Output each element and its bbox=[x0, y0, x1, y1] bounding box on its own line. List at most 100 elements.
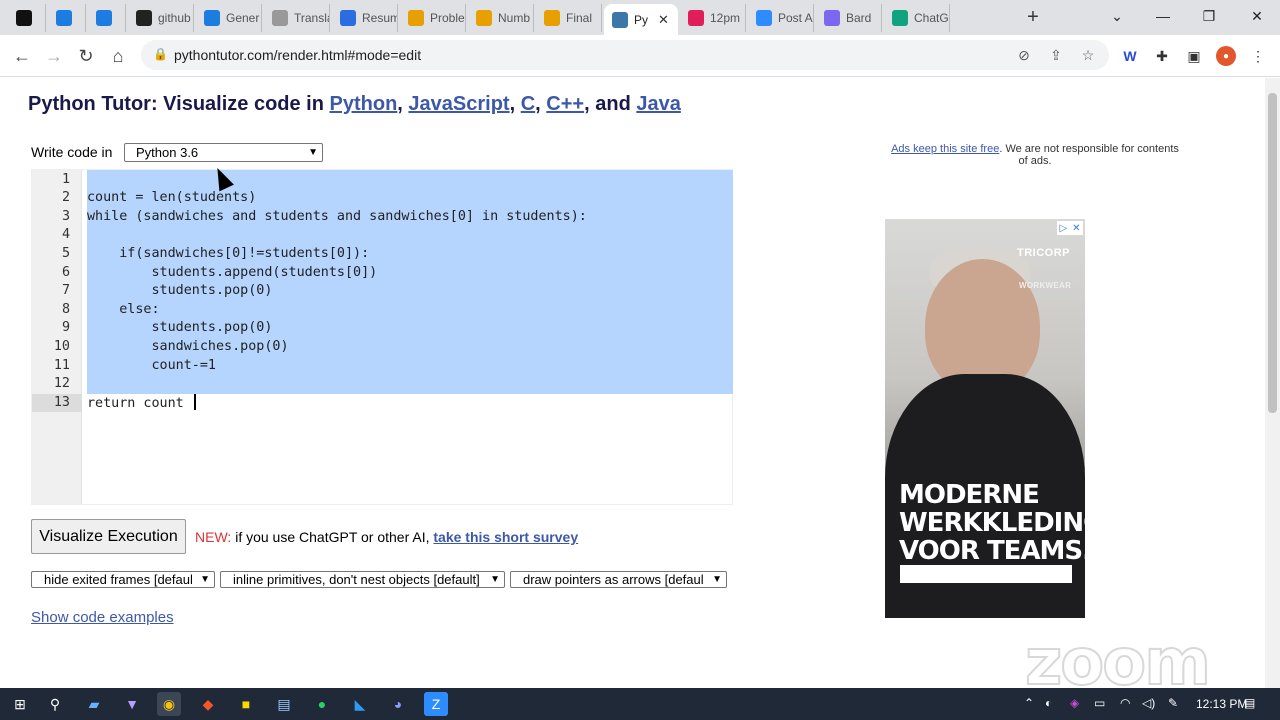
back-icon[interactable]: ← bbox=[9, 43, 35, 69]
write-code-label: Write code in bbox=[31, 144, 113, 160]
home-icon[interactable]: ⌂ bbox=[105, 43, 131, 69]
code-line: count = len(students) bbox=[87, 190, 257, 206]
forward-icon[interactable]: → bbox=[41, 43, 67, 69]
tray-app-icon[interactable]: ◐ bbox=[1045, 696, 1052, 710]
bard-icon bbox=[824, 10, 840, 26]
browser-tab[interactable]: github bbox=[128, 4, 194, 32]
browser-tab[interactable]: Proble bbox=[400, 4, 466, 32]
new-badge: NEW: bbox=[195, 529, 232, 545]
gmail-icon bbox=[16, 10, 32, 26]
browser-tab[interactable]: Bard bbox=[816, 4, 882, 32]
eye-off-icon[interactable]: ⊘ bbox=[1015, 46, 1033, 64]
ad-close-icon[interactable]: ▷ ✕ bbox=[1057, 221, 1083, 235]
side-panel-icon[interactable]: ▣ bbox=[1184, 46, 1204, 66]
w-extension-icon[interactable]: W bbox=[1120, 46, 1140, 66]
discord-icon[interactable]: ◕ bbox=[386, 692, 410, 716]
frames-option-select[interactable]: hide exited frames [defaul ▼ bbox=[31, 571, 215, 588]
vscode-icon[interactable]: ◣ bbox=[348, 692, 372, 716]
browser-tab[interactable]: Gener bbox=[196, 4, 262, 32]
lock-icon: 🔒 bbox=[153, 47, 168, 61]
tray-chevron-icon[interactable]: ⌃ bbox=[1024, 696, 1034, 710]
browser-tab-strip: github Gener Transla Resum Proble Numb Final Py… bbox=[0, 0, 1280, 35]
profile-avatar-icon[interactable]: ● bbox=[1216, 46, 1236, 66]
extensions-puzzle-icon[interactable]: ✚ bbox=[1152, 46, 1172, 66]
browser-tab[interactable]: Py ✕ bbox=[604, 4, 678, 35]
restore-button[interactable]: ❐ bbox=[1186, 0, 1232, 32]
chatgpt-icon bbox=[892, 10, 908, 26]
primitives-option-value: inline primitives, don't nest objects [d… bbox=[233, 572, 480, 587]
minimize-button[interactable]: — bbox=[1140, 0, 1186, 32]
browser-tab[interactable]: Transla bbox=[264, 4, 330, 32]
chevron-down-icon: ▼ bbox=[490, 572, 500, 587]
browser-tab-label: Numb bbox=[498, 11, 531, 25]
share-icon[interactable]: ⇪ bbox=[1047, 46, 1065, 64]
chevron-down-icon: ▼ bbox=[308, 147, 318, 158]
close-window-button[interactable]: ✕ bbox=[1234, 0, 1280, 32]
zoom-icon bbox=[756, 10, 772, 26]
link-javascript[interactable]: JavaScript bbox=[408, 93, 509, 115]
ads-link[interactable]: Ads keep this site free bbox=[891, 143, 999, 155]
browser-tab[interactable]: Final bbox=[536, 4, 602, 32]
brave-icon[interactable]: ◆ bbox=[196, 692, 220, 716]
zoom-app-icon[interactable]: Z bbox=[424, 692, 448, 716]
new-tab-button[interactable]: + bbox=[1022, 6, 1044, 28]
chrome-icon[interactable]: ◉ bbox=[157, 692, 181, 716]
k-icon bbox=[56, 10, 72, 26]
browser-tab[interactable] bbox=[88, 4, 126, 32]
advertisement[interactable]: TRICORP WORKWEAR ▷ ✕ MODERNE WERKKLEDING … bbox=[885, 219, 1085, 618]
link-python[interactable]: Python bbox=[330, 93, 398, 115]
line-number-gutter: 1 2 3 4 5 6 7 8 9 10 11 12 13 bbox=[32, 170, 82, 504]
title-sep: , bbox=[535, 93, 547, 115]
browser-tab[interactable]: Resum bbox=[332, 4, 398, 32]
code-line: if(sandwiches[0]!=students[0]): bbox=[87, 245, 370, 261]
tray-shield-icon[interactable]: ◈ bbox=[1070, 696, 1079, 710]
file-explorer-icon[interactable]: ▰ bbox=[82, 692, 106, 716]
code-line: students.pop(0) bbox=[87, 283, 273, 299]
browser-tab-label: github bbox=[158, 11, 191, 25]
sticky-notes-icon[interactable]: ■ bbox=[234, 692, 258, 716]
close-tab-icon[interactable]: ✕ bbox=[658, 12, 669, 28]
windows-taskbar: ⊞ ⚲ ▰ ▼ ◉ ◆ ■ ▤ ● ◣ ◕ Z ⌃ ◐ ◈ ▭ ◠ ◁) ✎ 1… bbox=[0, 688, 1280, 720]
link-java[interactable]: Java bbox=[636, 93, 681, 115]
page-scrollbar[interactable] bbox=[1265, 78, 1280, 688]
notification-icon[interactable]: ▤ bbox=[1244, 696, 1255, 710]
survey-text: if you use ChatGPT or other AI, bbox=[231, 529, 434, 545]
primitives-option-select[interactable]: inline primitives, don't nest objects [d… bbox=[220, 571, 505, 588]
browser-tab[interactable] bbox=[8, 4, 46, 32]
notepad-icon[interactable]: ▤ bbox=[272, 692, 296, 716]
code-line: students.pop(0) bbox=[87, 320, 273, 336]
address-bar[interactable]: 🔒 pythontutor.com/render.html#mode=edit … bbox=[141, 40, 1109, 70]
pen-icon[interactable]: ✎ bbox=[1168, 696, 1178, 710]
browser-tab[interactable] bbox=[48, 4, 86, 32]
browser-tab[interactable]: 12pm bbox=[680, 4, 746, 32]
taskbar-clock[interactable]: 12:13 PM bbox=[1196, 697, 1247, 711]
browser-tab[interactable]: Numb bbox=[468, 4, 534, 32]
link-c[interactable]: C bbox=[521, 93, 535, 115]
survey-link[interactable]: take this short survey bbox=[433, 529, 578, 545]
k-icon bbox=[204, 10, 220, 26]
chevron-down-icon: ▼ bbox=[712, 572, 722, 587]
pointers-option-select[interactable]: draw pointers as arrows [defaul ▼ bbox=[510, 571, 727, 588]
line-number: 2 bbox=[61, 190, 70, 206]
windows-start-icon[interactable]: ⊞ bbox=[8, 692, 32, 716]
language-select[interactable]: Python 3.6 ▼ bbox=[124, 143, 323, 162]
menu-kebab-icon[interactable]: ⋮ bbox=[1248, 46, 1268, 66]
code-line: students.append(students[0]) bbox=[87, 264, 378, 280]
browser-tab[interactable]: Post A bbox=[748, 4, 814, 32]
code-line: sandwiches.pop(0) bbox=[87, 338, 289, 354]
scrollbar-thumb[interactable] bbox=[1268, 93, 1277, 413]
search-icon[interactable]: ⚲ bbox=[43, 692, 67, 716]
tab-search-icon[interactable]: ⌄ bbox=[1094, 0, 1140, 32]
bookmark-star-icon[interactable]: ☆ bbox=[1079, 46, 1097, 64]
volume-icon[interactable]: ◁) bbox=[1142, 696, 1155, 710]
battery-icon[interactable]: ▭ bbox=[1094, 696, 1105, 710]
code-editor[interactable]: 1 2 3 4 5 6 7 8 9 10 11 12 13 count = len(students) w… bbox=[31, 169, 733, 505]
browser-tab[interactable]: ChatG bbox=[884, 4, 950, 32]
show-code-examples-link[interactable]: Show code examples bbox=[31, 609, 174, 626]
link-cpp[interactable]: C++ bbox=[546, 93, 584, 115]
visualize-execution-button[interactable]: Visualize Execution bbox=[31, 519, 186, 554]
whatsapp-icon[interactable]: ● bbox=[310, 692, 334, 716]
reload-icon[interactable]: ↻ bbox=[73, 43, 99, 69]
vpn-icon[interactable]: ▼ bbox=[120, 692, 144, 716]
wifi-icon[interactable]: ◠ bbox=[1120, 696, 1130, 710]
